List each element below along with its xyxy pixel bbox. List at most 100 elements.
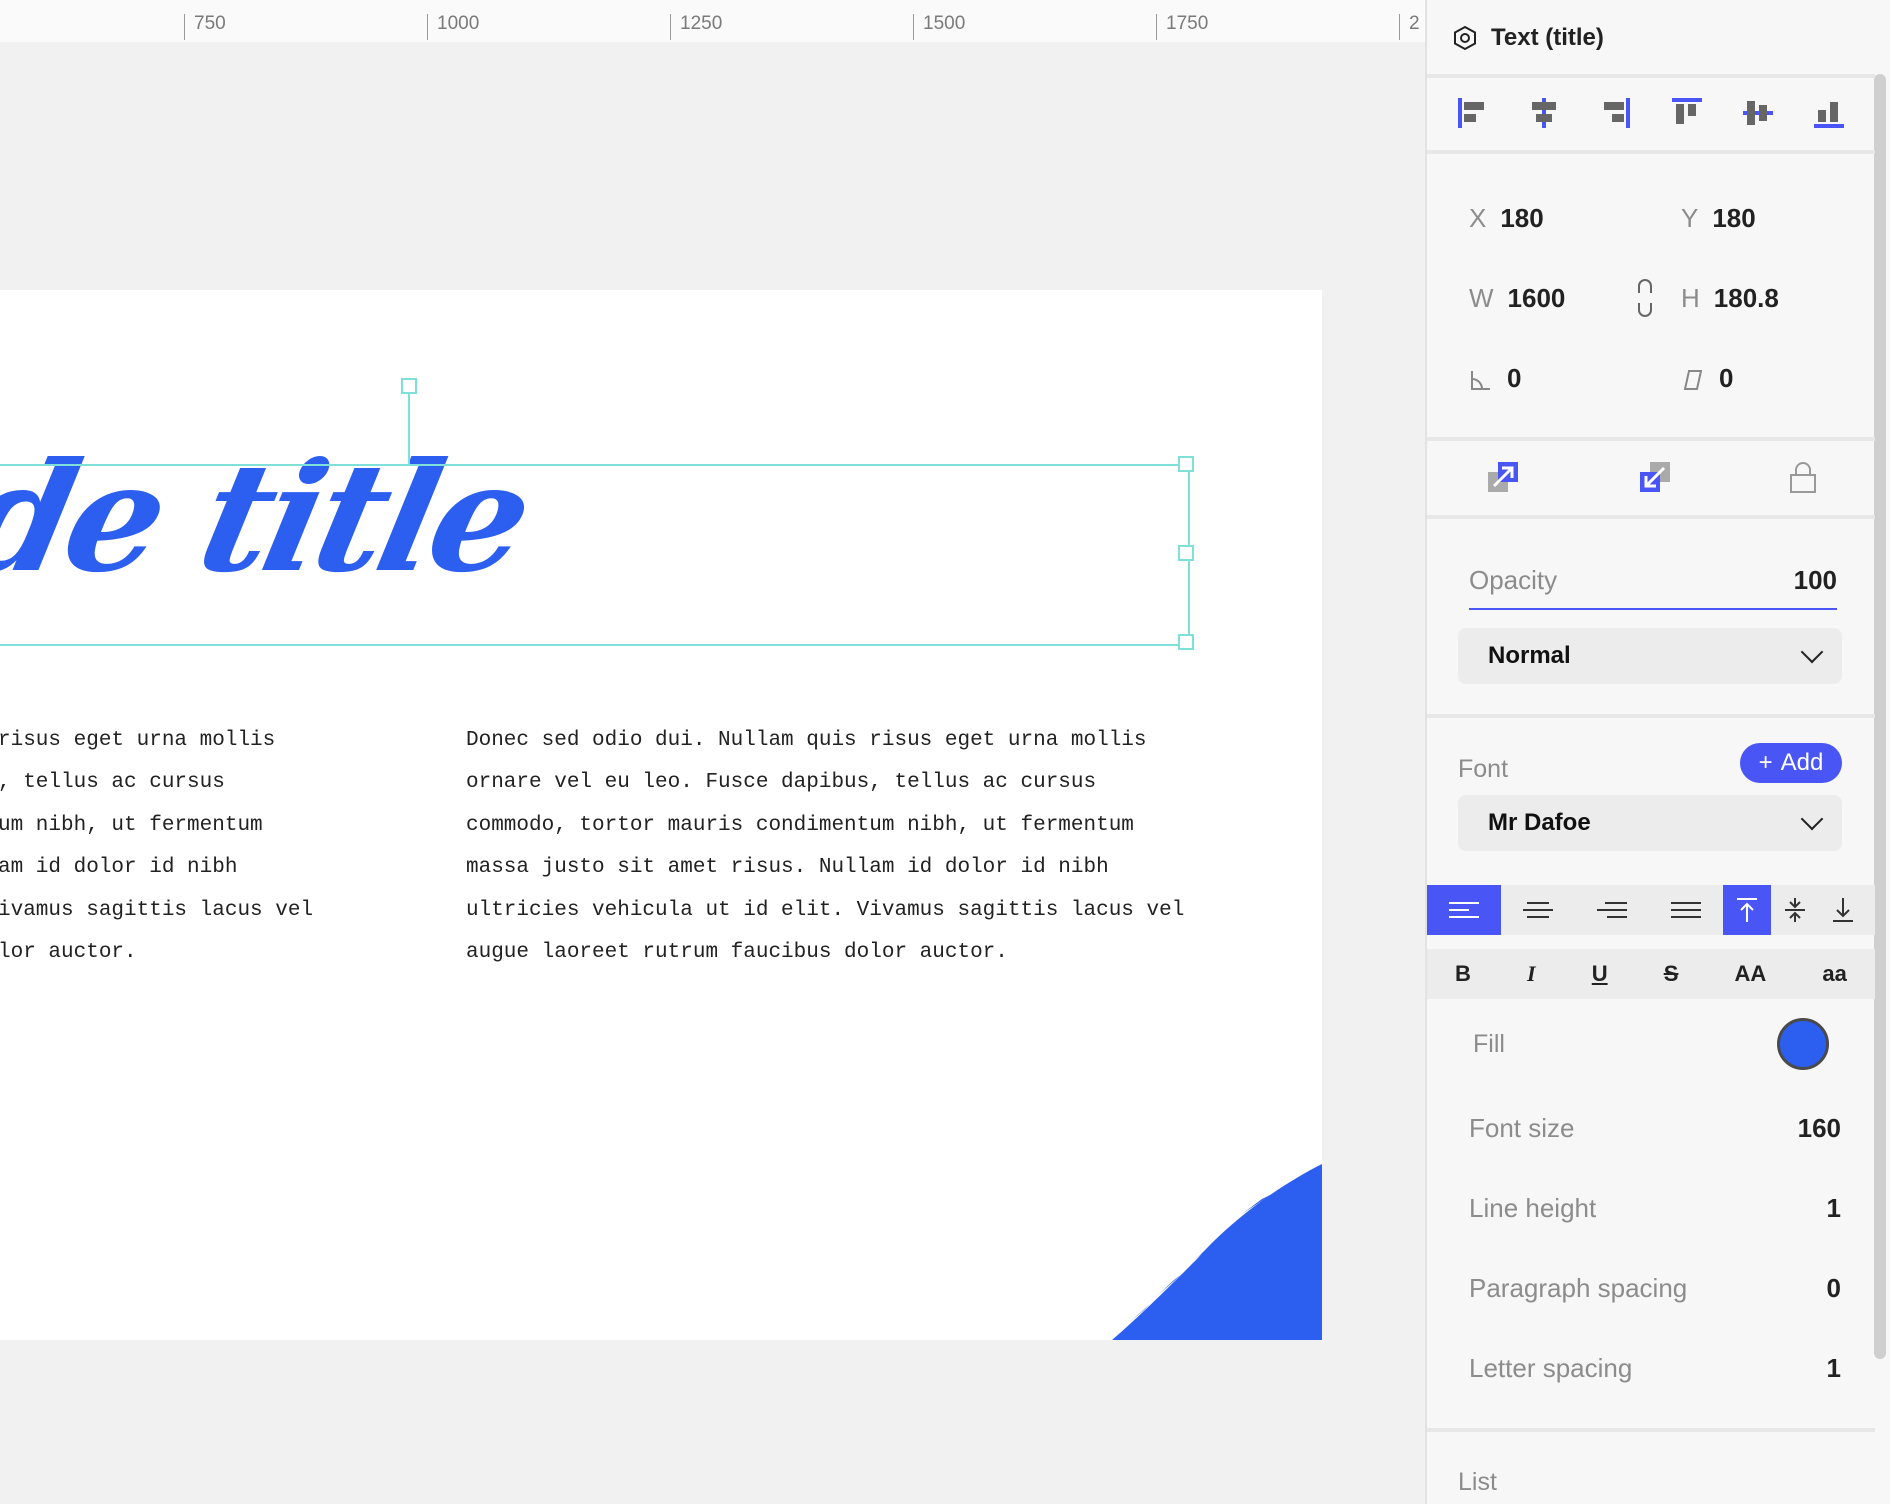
align-bottom-button[interactable]: [1809, 93, 1849, 133]
height-field[interactable]: H 180.8: [1681, 283, 1779, 314]
plus-icon: +: [1758, 749, 1773, 776]
text-line: risus eget urna mollis: [0, 729, 276, 752]
valign-top-button[interactable]: [1723, 885, 1771, 935]
ruler-tick: [1399, 14, 1400, 40]
resize-handle-right[interactable]: [1178, 545, 1194, 561]
text-align-center-icon: [1523, 902, 1553, 918]
text-align-right-button[interactable]: [1575, 885, 1649, 935]
opacity-section: Opacity 100 Normal: [1427, 517, 1875, 718]
panel-scrollbar[interactable]: [1874, 74, 1886, 1359]
letter-spacing-field[interactable]: Letter spacing 1: [1469, 1353, 1841, 1384]
align-top-icon: [1671, 98, 1702, 124]
uppercase-button[interactable]: AA: [1735, 961, 1767, 987]
strikethrough-button[interactable]: S: [1664, 961, 1679, 987]
skew-field[interactable]: 0: [1681, 363, 1733, 394]
text-justify-icon: [1671, 902, 1701, 918]
selection-box[interactable]: [0, 464, 1190, 646]
link-ratio-icon[interactable]: [1636, 279, 1654, 317]
ruler-label: 2: [1409, 13, 1420, 34]
editor-canvas[interactable]: de title risus eget urna mollis , tellus…: [0, 42, 1425, 1504]
text-line: Donec sed odio dui. Nullam quis risus eg…: [466, 729, 1147, 752]
bring-forward-icon[interactable]: [1484, 458, 1522, 496]
text-line: um nibh, ut fermentum: [0, 813, 263, 837]
resize-handle-bottom-right[interactable]: [1178, 634, 1194, 650]
resize-handle-top-right[interactable]: [1178, 456, 1194, 472]
align-left-icon: [1457, 98, 1484, 128]
geometry-section: X 180 Y 180 W 1600 H 180.8 0 0: [1427, 152, 1875, 441]
align-right-icon: [1604, 98, 1631, 128]
align-bottom-icon: [1814, 102, 1845, 128]
section-divider: [1427, 1428, 1875, 1432]
text-align-left-icon: [1449, 902, 1479, 918]
valign-bottom-button[interactable]: [1819, 885, 1867, 935]
paragraph-spacing-field[interactable]: Paragraph spacing 0: [1469, 1273, 1841, 1304]
text-line: lor auctor.: [0, 940, 137, 964]
body-text-right[interactable]: Donec sed odio dui. Nullam quis risus eg…: [466, 720, 1184, 974]
rotation-field[interactable]: 0: [1469, 363, 1521, 394]
chevron-down-icon: [1800, 640, 1824, 664]
horizontal-ruler[interactable]: 750 1000 1250 1500 1750 2: [0, 0, 1425, 44]
text-line: augue laoreet rutrum faucibus dolor auct…: [466, 940, 1008, 964]
text-line: ivamus sagittis lacus vel: [0, 898, 314, 922]
slide[interactable]: de title risus eget urna mollis , tellus…: [0, 290, 1322, 1340]
rotate-handle[interactable]: [401, 378, 417, 394]
align-center-h-button[interactable]: [1524, 93, 1564, 133]
text-line: am id dolor id nibh: [0, 856, 238, 880]
lowercase-button[interactable]: aa: [1822, 961, 1846, 987]
ruler-tick: [1156, 14, 1157, 40]
list-label: List: [1458, 1468, 1497, 1496]
text-align-center-button[interactable]: [1501, 885, 1575, 935]
panel-header-section: Text (title): [1427, 0, 1875, 78]
bold-button[interactable]: B: [1455, 961, 1471, 987]
body-text-left[interactable]: risus eget urna mollis , tellus ac cursu…: [0, 720, 313, 974]
underline-button[interactable]: U: [1592, 961, 1608, 987]
align-center-h-icon: [1531, 98, 1556, 128]
blend-mode-select[interactable]: Normal: [1458, 628, 1842, 684]
fill-color-swatch[interactable]: [1777, 1018, 1829, 1070]
valign-bottom-icon: [1833, 898, 1853, 922]
align-middle-button[interactable]: [1738, 93, 1778, 133]
text-justify-button[interactable]: [1649, 885, 1723, 935]
line-height-field[interactable]: Line height 1: [1469, 1193, 1841, 1224]
valign-middle-icon: [1785, 898, 1805, 922]
text-align-toolbar: [1427, 885, 1875, 935]
ruler-label: 1500: [923, 13, 966, 34]
text-align-left-button[interactable]: [1427, 885, 1501, 935]
font-family-select[interactable]: Mr Dafoe: [1458, 795, 1842, 851]
skew-icon: [1683, 370, 1703, 391]
valign-middle-button[interactable]: [1771, 885, 1819, 935]
align-left-button[interactable]: [1453, 93, 1493, 133]
lock-icon[interactable]: [1788, 460, 1818, 494]
text-line: commodo, tortor mauris condimentum nibh,…: [466, 813, 1134, 837]
opacity-field[interactable]: Opacity 100: [1469, 565, 1837, 610]
text-line: massa justo sit amet risus. Nullam id do…: [466, 856, 1109, 880]
ruler-label: 1000: [437, 13, 480, 34]
align-right-button[interactable]: [1595, 93, 1635, 133]
rotation-line: [408, 393, 410, 466]
text-style-toolbar: B I U S AA aa: [1427, 949, 1875, 999]
panel-title: Text (title): [1491, 24, 1604, 51]
width-field[interactable]: W 1600: [1469, 283, 1565, 314]
brush-stroke-shape[interactable]: [1112, 1164, 1322, 1340]
align-middle-icon: [1742, 101, 1773, 125]
chevron-down-icon: [1800, 807, 1824, 831]
ruler-tick: [913, 14, 914, 40]
text-line: , tellus ac cursus: [0, 771, 225, 795]
align-top-button[interactable]: [1667, 93, 1707, 133]
text-line: ultricies vehicula ut id elit. Vivamus s…: [466, 898, 1185, 922]
align-section: [1427, 76, 1875, 154]
text-line: ornare vel eu leo. Fusce dapibus, tellus…: [466, 771, 1097, 795]
layer-order-section: [1427, 439, 1875, 519]
italic-button[interactable]: I: [1527, 961, 1536, 987]
add-font-button[interactable]: + Add: [1740, 743, 1842, 783]
font-size-field[interactable]: Font size 160: [1469, 1113, 1841, 1144]
rotation-icon: [1471, 371, 1490, 391]
y-field[interactable]: Y 180: [1681, 203, 1756, 234]
font-label: Font: [1458, 755, 1509, 783]
valign-top-icon: [1737, 898, 1757, 922]
fill-label: Fill: [1473, 1030, 1505, 1058]
x-field[interactable]: X 180: [1469, 203, 1544, 234]
ruler-label: 1750: [1166, 13, 1209, 34]
ruler-tick: [670, 14, 671, 40]
send-backward-icon[interactable]: [1636, 458, 1674, 496]
